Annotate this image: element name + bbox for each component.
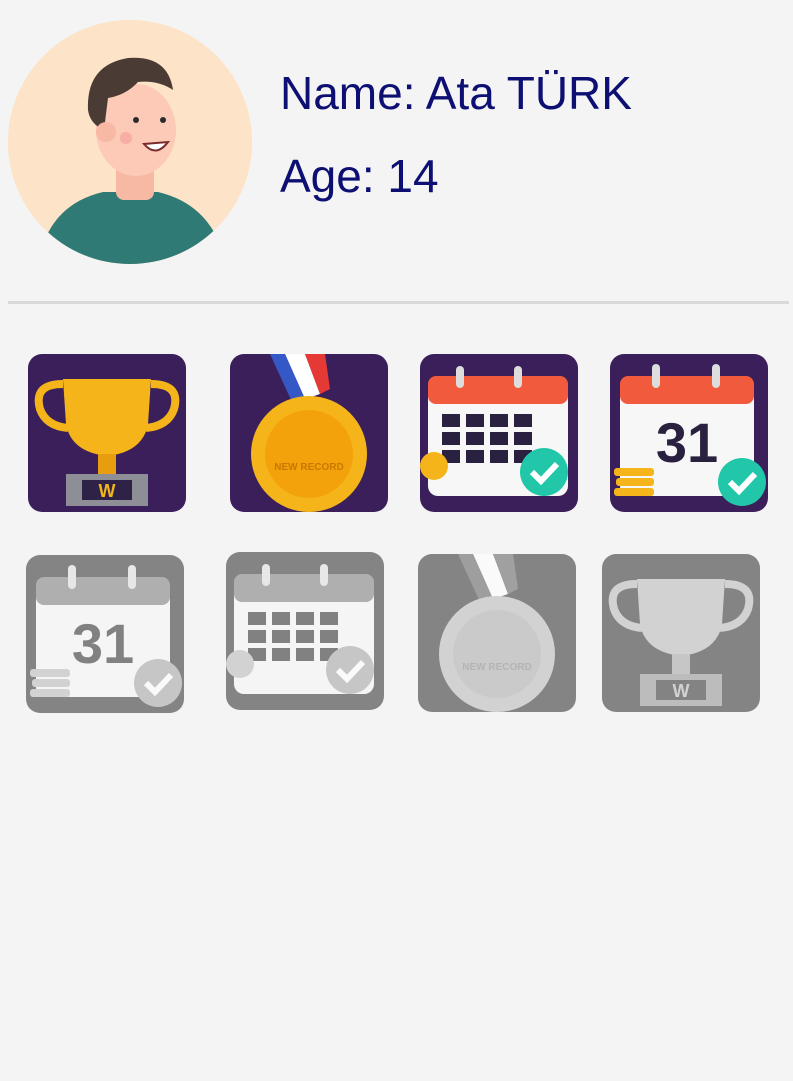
profile-name: Name: Ata TÜRK [280, 67, 632, 119]
gold-medal-badge-icon[interactable]: NEW RECORD [230, 354, 388, 512]
svg-text:NEW RECORD: NEW RECORD [274, 462, 343, 473]
calendar-31-badge-icon[interactable]: 31 [610, 354, 768, 512]
avatar [8, 20, 252, 264]
boy-avatar-icon [8, 20, 252, 264]
svg-text:W: W [99, 481, 116, 501]
silver-trophy-badge-icon[interactable]: W [602, 554, 760, 712]
silver-medal-badge-icon[interactable]: NEW RECORD [418, 554, 576, 712]
svg-text:W: W [673, 681, 690, 701]
svg-text:31: 31 [656, 411, 718, 474]
calendar-31-badge-icon[interactable]: 31 [26, 555, 184, 713]
svg-text:31: 31 [72, 612, 134, 675]
calendar-check-badge-icon[interactable] [226, 552, 384, 710]
divider [8, 301, 789, 304]
svg-text:NEW RECORD: NEW RECORD [462, 662, 531, 673]
gold-trophy-badge-icon[interactable]: W [28, 354, 186, 512]
profile-age: Age: 14 [280, 150, 439, 202]
calendar-check-badge-icon[interactable] [420, 354, 578, 512]
profile-info: Name: Ata TÜRK Age: 14 [280, 70, 632, 236]
